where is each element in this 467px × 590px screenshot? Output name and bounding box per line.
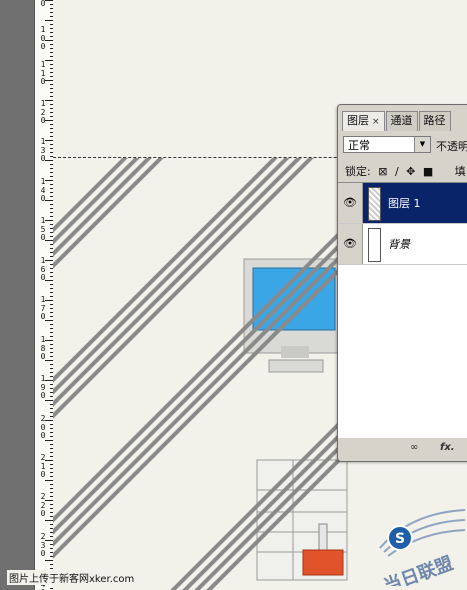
ruler-label: 220 xyxy=(40,492,46,518)
ruler-tick xyxy=(45,40,53,41)
ruler-tick xyxy=(45,20,53,21)
ruler-tick xyxy=(45,140,53,141)
ruler-tick xyxy=(45,320,53,321)
ruler-tick xyxy=(45,500,53,501)
opacity-label: 不透明 xyxy=(436,140,467,153)
ruler-tick xyxy=(45,180,53,181)
ruler-label: 190 xyxy=(40,374,46,400)
watermark-text: 当日联盟 xyxy=(381,552,456,586)
ruler-tick xyxy=(45,160,53,161)
left-gutter xyxy=(0,0,34,590)
layers-list: 👁 图层 1 👁 背景 xyxy=(338,182,467,438)
layer-row-background[interactable]: 👁 背景 xyxy=(338,224,467,265)
panel-bottom-bar: ∞ fx. xyxy=(338,439,467,459)
ruler-tick xyxy=(45,360,53,361)
ruler-tick xyxy=(45,400,53,401)
ruler-tick xyxy=(45,540,53,541)
ruler-tick xyxy=(45,560,53,561)
ruler-label: 120 xyxy=(40,99,46,125)
layer-thumbnail xyxy=(368,187,381,221)
tab-channels[interactable]: 通道 xyxy=(385,111,418,131)
ruler-label: 0 xyxy=(40,0,46,8)
ruler-tick xyxy=(45,300,53,301)
ruler-tick xyxy=(45,240,53,241)
blend-mode-value: 正常 xyxy=(348,139,370,152)
ruler-tick xyxy=(45,520,53,521)
lock-brush-icon[interactable]: ∕ xyxy=(395,165,399,178)
ruler-tick xyxy=(45,340,53,341)
ruler-label: 100 xyxy=(40,25,46,51)
chevron-down-icon[interactable]: ▼ xyxy=(414,137,430,152)
tab-label: 图层 xyxy=(347,114,369,127)
layer-thumbnail xyxy=(368,228,381,262)
ruler-tick xyxy=(45,480,53,481)
ruler-tick xyxy=(45,220,53,221)
blend-mode-select[interactable]: 正常 ▼ xyxy=(343,136,431,153)
tab-paths[interactable]: 路径 xyxy=(418,111,451,131)
layer-name: 图层 1 xyxy=(388,197,421,210)
lock-move-icon[interactable]: ✥ xyxy=(406,165,415,178)
ruler-label: 200 xyxy=(40,414,46,440)
close-icon[interactable]: × xyxy=(372,117,380,127)
fx-icon[interactable]: fx. xyxy=(440,442,455,453)
ruler-tick xyxy=(45,80,53,81)
tab-layers[interactable]: 图层 × xyxy=(342,111,385,131)
link-icon[interactable]: ∞ xyxy=(410,442,418,453)
ruler-tick xyxy=(45,420,53,421)
ruler-tick xyxy=(45,260,53,261)
ruler-tick xyxy=(45,460,53,461)
ruler-tick xyxy=(45,120,53,121)
ruler-tick xyxy=(45,100,53,101)
ruler-tick xyxy=(45,0,53,1)
layers-panel: 图层 × 通道 路径 正常 ▼ 不透明 锁定: ⊠ ∕ ✥ ■ 填 👁 图层 1 … xyxy=(337,104,467,462)
ruler-label: 110 xyxy=(40,60,46,86)
tab-label: 通道 xyxy=(390,114,413,127)
ruler-tick xyxy=(45,200,53,201)
layer-name: 背景 xyxy=(388,238,410,251)
vertical-ruler[interactable]: 0 100 110 120 130 140 150 160 170 180 19… xyxy=(34,0,54,590)
image-credit: 图片上传于新客网xker.com xyxy=(7,570,137,585)
lock-label: 锁定: xyxy=(345,165,371,178)
red-tool-icon xyxy=(302,549,344,576)
tab-label: 路径 xyxy=(423,114,446,127)
lock-transparent-icon[interactable]: ⊠ xyxy=(378,165,387,178)
lock-all-icon[interactable]: ■ xyxy=(423,165,433,178)
ruler-label: 230 xyxy=(40,532,46,558)
layer-row-1[interactable]: 👁 图层 1 xyxy=(338,183,467,224)
ruler-tick xyxy=(45,60,53,61)
panel-tabs: 图层 × 通道 路径 xyxy=(342,111,452,131)
eye-icon[interactable]: 👁 xyxy=(338,183,363,223)
watermark-logo: S 当日联盟 xyxy=(379,509,466,586)
ruler-label: 210 xyxy=(40,453,46,479)
tool-handle xyxy=(318,523,328,551)
fill-label: 填 xyxy=(454,165,466,178)
lock-row: 锁定: ⊠ ∕ ✥ ■ 填 xyxy=(345,163,467,179)
eye-icon[interactable]: 👁 xyxy=(338,224,363,264)
ruler-tick xyxy=(45,280,53,281)
ruler-tick xyxy=(45,440,53,441)
ruler-tick xyxy=(45,380,53,381)
watermark-badge: S xyxy=(395,531,405,547)
